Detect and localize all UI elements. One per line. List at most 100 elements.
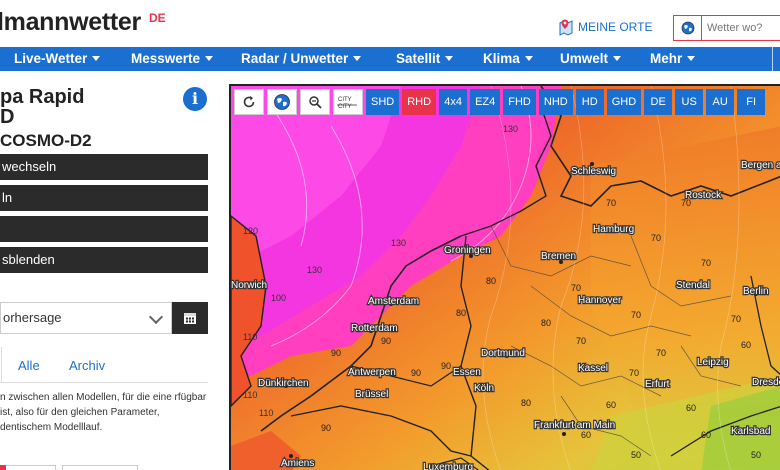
region-ez4[interactable]: EZ4 [470, 89, 501, 115]
nav-label: Mehr [650, 51, 683, 66]
search-input[interactable] [702, 17, 780, 39]
calendar-icon [184, 313, 196, 324]
hide-button[interactable]: sblenden [0, 247, 208, 273]
isoline-value: 110 [243, 390, 257, 400]
isoline-value: 60 [741, 340, 751, 350]
nav-item-umwelt[interactable]: Umwelt [560, 51, 622, 66]
isoline-value: 130 [307, 265, 322, 275]
region-us[interactable]: US [675, 89, 704, 115]
chevron-down-icon [148, 309, 164, 325]
panel-button-3[interactable] [0, 216, 208, 242]
isoline-value: 100 [271, 293, 286, 303]
nav-divider [772, 47, 773, 71]
region-rhd[interactable]: RHD [402, 89, 437, 115]
info-icon[interactable]: i [183, 87, 207, 111]
forecast-select[interactable]: orhersage [0, 302, 172, 334]
city-toggle-button[interactable]: CITY CITY [333, 89, 363, 115]
city-label: Rotterdam [351, 323, 398, 334]
isoline-value: 110 [243, 332, 257, 342]
region-au[interactable]: AU [706, 89, 735, 115]
isoline-value: 60 [701, 430, 711, 440]
city-label: Erfurt [645, 379, 670, 390]
region-shd[interactable]: SHD [366, 89, 400, 115]
isoline-value: 90 [331, 348, 341, 358]
page: lmannwetter DE MEINE ORTE Live-Wetter Me… [0, 0, 780, 470]
nav-label: Live-Wetter [14, 51, 88, 66]
bottom-button-1[interactable] [0, 465, 56, 470]
region-fhd[interactable]: FHD [503, 89, 536, 115]
nav-item-radar[interactable]: Radar / Unwetter [241, 51, 362, 66]
city-dot [562, 432, 566, 436]
city-label: Bremen [541, 251, 576, 262]
left-panel: pa Rapid D i COSMO-D2 wechseln ln sblend… [0, 71, 225, 470]
caret-down-icon [92, 56, 101, 61]
weather-map[interactable]: Schleswig Bergen auf Rügen Rostock Hambu… [229, 84, 780, 470]
isoline-value: 90 [381, 336, 391, 346]
region-4x4[interactable]: 4x4 [439, 89, 468, 115]
site-logo-suffix: DE [149, 11, 166, 25]
tab-active-edge [0, 347, 2, 383]
zoom-icon [309, 96, 322, 109]
isoline-value: 70 [681, 198, 691, 208]
panel-button-2[interactable]: ln [0, 185, 208, 211]
caret-down-icon [524, 56, 533, 61]
map-canvas[interactable]: Schleswig Bergen auf Rügen Rostock Hambu… [231, 86, 780, 470]
nav-item-mehr[interactable]: Mehr [650, 51, 696, 66]
city-label: Essen [453, 367, 481, 378]
site-logo[interactable]: lmannwetter [0, 8, 141, 37]
city-label: Frankfurt am Main [534, 420, 615, 431]
region-fi[interactable]: FI [737, 89, 766, 115]
isoline-value: 60 [581, 430, 591, 440]
tab-alle[interactable]: Alle [18, 358, 40, 373]
zoom-button[interactable] [300, 89, 330, 115]
forecast-select-value: orhersage [3, 310, 62, 325]
caret-down-icon [353, 56, 362, 61]
city-label: Bergen auf Rügen [741, 160, 780, 171]
map-toolbar: CITY CITY SHD RHD 4x4 EZ4 FHD NHD HD GHD… [234, 89, 766, 115]
globe-icon-svg [681, 21, 694, 35]
city-label: Amsterdam [368, 296, 419, 307]
city-label: Köln [474, 383, 494, 394]
isoline-value: 70 [701, 258, 711, 268]
calendar-button[interactable] [172, 302, 208, 334]
tab-archiv[interactable]: Archiv [69, 358, 105, 373]
refresh-button[interactable] [234, 89, 264, 115]
region-hd[interactable]: HD [575, 89, 604, 115]
meine-orte-link[interactable]: MEINE ORTE [556, 18, 652, 36]
globe-icon[interactable] [674, 16, 702, 40]
nav-item-live-wetter[interactable]: Live-Wetter [14, 51, 101, 66]
city-label: Amiens [281, 458, 314, 469]
nav-label: Radar / Unwetter [241, 51, 349, 66]
city-label: Dünkirchen [258, 378, 309, 389]
region-ghd[interactable]: GHD [606, 89, 642, 115]
search-box [673, 15, 780, 41]
region-nhd[interactable]: NHD [538, 89, 573, 115]
city-label: Brüssel [355, 389, 388, 400]
nav-label: Klima [483, 51, 520, 66]
city-label: Dortmund [481, 348, 525, 359]
city-label: Kassel [578, 363, 608, 374]
isoline-value: 110 [259, 408, 273, 418]
switch-model-button[interactable]: wechseln [0, 154, 208, 180]
isoline-value: 70 [629, 368, 639, 378]
city-label: Hannover [578, 295, 622, 306]
caret-down-icon [687, 56, 696, 61]
city-label: Dresden [752, 377, 780, 388]
city-label: Hamburg [593, 224, 634, 235]
globe-button[interactable] [267, 89, 297, 115]
city-label: Antwerpen [348, 367, 396, 378]
isoline-value: 130 [503, 124, 518, 134]
description-text: n zwischen allen Modellen, für die eine … [0, 392, 207, 433]
nav-item-satellit[interactable]: Satellit [396, 51, 454, 66]
city-label: Luxemburg [423, 462, 473, 470]
isoline-value: 120 [243, 226, 258, 236]
globe-icon [274, 94, 290, 110]
nav-item-klima[interactable]: Klima [483, 51, 533, 66]
bottom-button-2[interactable] [62, 465, 138, 470]
region-de[interactable]: DE [644, 89, 673, 115]
isoline-value: 90 [321, 423, 331, 433]
nav-label: Satellit [396, 51, 441, 66]
isoline-value: 70 [656, 348, 666, 358]
isoline-value: 60 [606, 400, 616, 410]
nav-item-messwerte[interactable]: Messwerte [131, 51, 214, 66]
